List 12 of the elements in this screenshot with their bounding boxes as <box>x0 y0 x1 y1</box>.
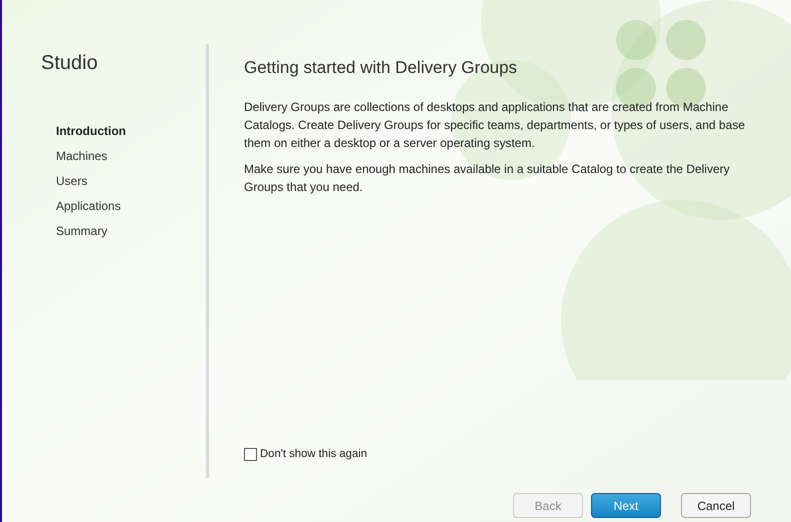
wizard-step[interactable]: Users <box>56 172 206 190</box>
checkbox-label: Don't show this again <box>260 447 368 462</box>
wizard-step[interactable]: Applications <box>56 197 206 215</box>
description-text: Make sure you have enough machines available in a suitable Catalog to create the Delivery Groups that you need. <box>244 160 731 196</box>
description-text: Delivery Groups are collections of desktops and applications that are created from Machine Catalogs. Create Delivery Groups for specific teams, departments, or types of users, and base them on either a desktop or a server operating system. <box>244 98 746 152</box>
checkbox[interactable] <box>244 448 257 462</box>
wizard-step[interactable]: Introduction <box>56 122 206 140</box>
wizard-button[interactable]: Cancel <box>681 493 751 518</box>
wizard-step[interactable]: Machines <box>56 147 206 165</box>
page-heading: Getting started with Delivery Groups <box>244 57 518 79</box>
wizard-step[interactable]: Summary <box>56 222 206 240</box>
app-title: Studio <box>41 51 99 76</box>
